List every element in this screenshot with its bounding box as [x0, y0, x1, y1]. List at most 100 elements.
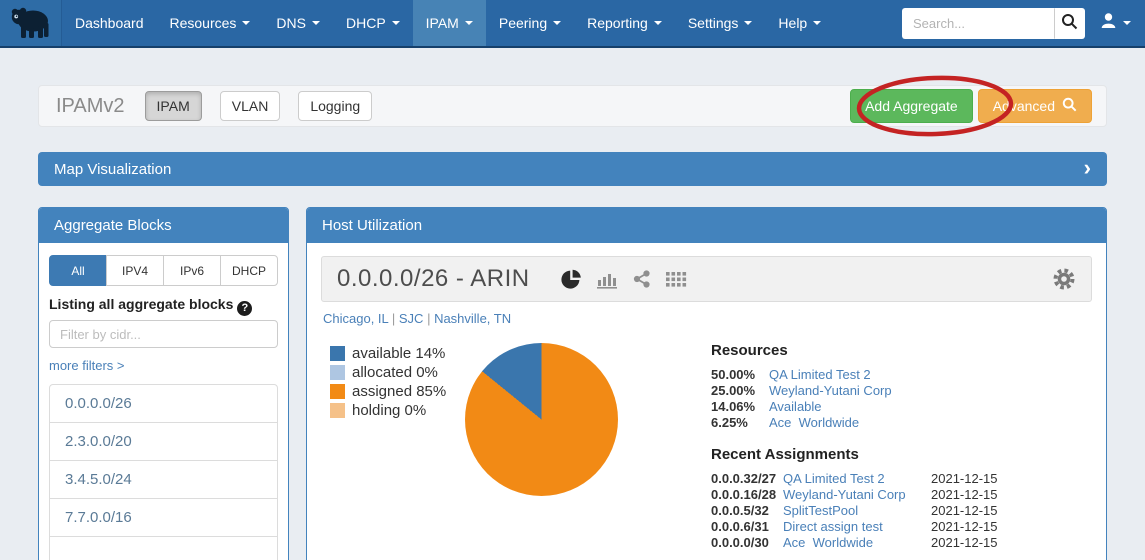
resource-percent: 6.25% [711, 415, 769, 431]
utilization-pie-chart[interactable] [465, 343, 618, 496]
page: Dashboard Resources DNS DHCP IPAM Peerin… [0, 0, 1145, 560]
nav-item-ipam[interactable]: IPAM [413, 0, 486, 46]
advanced-button-label: Advanced [993, 98, 1055, 114]
assignment-row: 0.0.0.0/30Ace Worldwide2021-12-15 [711, 535, 1107, 551]
chart-view-switch [560, 268, 687, 290]
block-type-tab-all[interactable]: All [49, 255, 107, 286]
assignment-date: 2021-12-15 [931, 471, 998, 487]
resources-list: 50.00%QA Limited Test 2 25.00%Weyland-Yu… [711, 367, 1107, 431]
cidr-filter-input[interactable] [49, 320, 278, 348]
legend-item-available: available 14% [330, 344, 446, 363]
legend-swatch [330, 346, 345, 361]
legend-label: available 14% [352, 345, 445, 362]
map-visualization-bar[interactable]: Map Visualization › [38, 152, 1107, 186]
resource-row: 50.00%QA Limited Test 2 [711, 367, 1107, 383]
resource-row: 25.00%Weyland-Yutani Corp [711, 383, 1107, 399]
location-link-chicago-il[interactable]: Chicago, IL [323, 311, 399, 326]
help-icon[interactable]: ? [237, 301, 252, 316]
bar-chart-view-icon[interactable] [596, 270, 618, 289]
search-input[interactable] [902, 8, 1054, 39]
nav-item-help[interactable]: Help [765, 0, 834, 46]
nav-item-dns[interactable]: DNS [263, 0, 333, 46]
legend-item-allocated: allocated 0% [330, 363, 446, 382]
grid-view-icon[interactable] [666, 272, 687, 287]
caret-down-icon [242, 21, 250, 25]
assignment-row: 0.0.0.16/28Weyland-Yutani Corp2021-12-15 [711, 487, 1107, 503]
more-filters-link[interactable]: more filters > [49, 358, 125, 373]
legend-label: assigned 85% [352, 383, 446, 400]
caret-down-icon [553, 21, 561, 25]
legend-swatch [330, 365, 345, 380]
legend-label: allocated 0% [352, 364, 438, 381]
search-group [902, 8, 1085, 39]
assignment-link[interactable]: Weyland-Yutani Corp [783, 487, 931, 503]
block-type-tab-dhcp[interactable]: DHCP [220, 255, 278, 286]
caret-down-icon [744, 21, 752, 25]
location-link-nashville-tn[interactable]: Nashville, TN [434, 311, 511, 326]
legend-swatch [330, 403, 345, 418]
settings-gear-icon[interactable] [1052, 267, 1076, 291]
aggregate-block-0-0-0-0-26[interactable]: 0.0.0.0/26 [50, 385, 277, 422]
toolbar-actions: Add Aggregate Advanced [850, 89, 1092, 123]
aggregate-blocks-panel: Aggregate Blocks All IPV4 IPv6 DHCP List… [38, 207, 289, 560]
block-type-tab-ipv4[interactable]: IPV4 [106, 255, 164, 286]
user-menu[interactable] [1100, 12, 1131, 34]
toolbar-tab-logging[interactable]: Logging [298, 91, 372, 121]
resource-link[interactable]: QA Limited Test 2 [769, 367, 871, 382]
aggregate-block-3-4-5-0-24[interactable]: 3.4.5.0/24 [50, 460, 277, 498]
assignment-cidr: 0.0.0.32/27 [711, 471, 783, 487]
main-menu: Dashboard Resources DNS DHCP IPAM Peerin… [62, 0, 834, 46]
ipam-toolbar: IPAMv2 IPAM VLAN Logging Add Aggregate A… [38, 85, 1107, 127]
add-aggregate-button[interactable]: Add Aggregate [850, 89, 973, 123]
toolbar-tab-ipam[interactable]: IPAM [145, 91, 202, 121]
user-icon [1100, 12, 1117, 34]
resources-heading: Resources [711, 342, 1107, 359]
recent-assignments: Recent Assignments 0.0.0.32/27QA Limited… [711, 446, 1107, 551]
share-icon[interactable] [632, 269, 652, 289]
aggregate-block-7-7-0-0-16[interactable]: 7.7.0.0/16 [50, 498, 277, 536]
resource-row: 6.25%Ace Worldwide [711, 415, 1107, 431]
block-subheader: 0.0.0.0/26 - ARIN [321, 256, 1092, 302]
recent-assignments-heading: Recent Assignments [711, 446, 1107, 463]
assignment-link[interactable]: Direct assign test [783, 519, 931, 535]
resource-link[interactable]: Available [769, 399, 822, 414]
assignment-link[interactable]: SplitTestPool [783, 503, 931, 519]
nav-item-resources[interactable]: Resources [157, 0, 264, 46]
resource-link[interactable]: Weyland-Yutani Corp [769, 383, 892, 398]
nav-item-peering[interactable]: Peering [486, 0, 574, 46]
search-button[interactable] [1054, 8, 1085, 39]
caret-down-icon [465, 21, 473, 25]
legend-label: holding 0% [352, 402, 426, 419]
advanced-search-button[interactable]: Advanced [978, 89, 1092, 123]
block-type-tab-ipv6[interactable]: IPv6 [163, 255, 221, 286]
resource-link[interactable]: Ace Worldwide [769, 415, 859, 430]
caret-down-icon [312, 21, 320, 25]
host-utilization-panel: Host Utilization 0.0.0.0/26 - ARIN [306, 207, 1107, 560]
pie-legend: available 14% allocated 0% assigned 85% hol… [330, 344, 446, 420]
caret-down-icon [392, 21, 400, 25]
page-title: IPAMv2 [56, 95, 125, 118]
app-logo[interactable] [0, 0, 62, 46]
nav-item-dhcp[interactable]: DHCP [333, 0, 413, 46]
top-navbar: Dashboard Resources DNS DHCP IPAM Peerin… [0, 0, 1145, 48]
assignment-link[interactable]: QA Limited Test 2 [783, 471, 931, 487]
aggregate-block-item-partial[interactable] [50, 536, 277, 560]
view-switch-tabs: IPAM VLAN Logging [145, 91, 373, 121]
pie-chart-view-icon[interactable] [560, 268, 582, 290]
nav-item-dashboard[interactable]: Dashboard [62, 0, 157, 46]
listing-label: Listing all aggregate blocks? [49, 296, 278, 313]
nav-item-settings[interactable]: Settings [675, 0, 766, 46]
location-link-sjc[interactable]: SJC [399, 311, 434, 326]
resource-percent: 50.00% [711, 367, 769, 383]
nav-item-reporting[interactable]: Reporting [574, 0, 675, 46]
recent-assignments-list: 0.0.0.32/27QA Limited Test 22021-12-15 0… [711, 471, 1107, 551]
toolbar-tab-vlan[interactable]: VLAN [220, 91, 281, 121]
chevron-right-icon: › [1084, 157, 1091, 179]
legend-item-assigned: assigned 85% [330, 382, 446, 401]
resource-row: 14.06%Available [711, 399, 1107, 415]
aggregate-block-2-3-0-0-20[interactable]: 2.3.0.0/20 [50, 422, 277, 460]
assignment-link[interactable]: Ace Worldwide [783, 535, 931, 551]
caret-down-icon [654, 21, 662, 25]
assignment-date: 2021-12-15 [931, 503, 998, 519]
resource-percent: 25.00% [711, 383, 769, 399]
